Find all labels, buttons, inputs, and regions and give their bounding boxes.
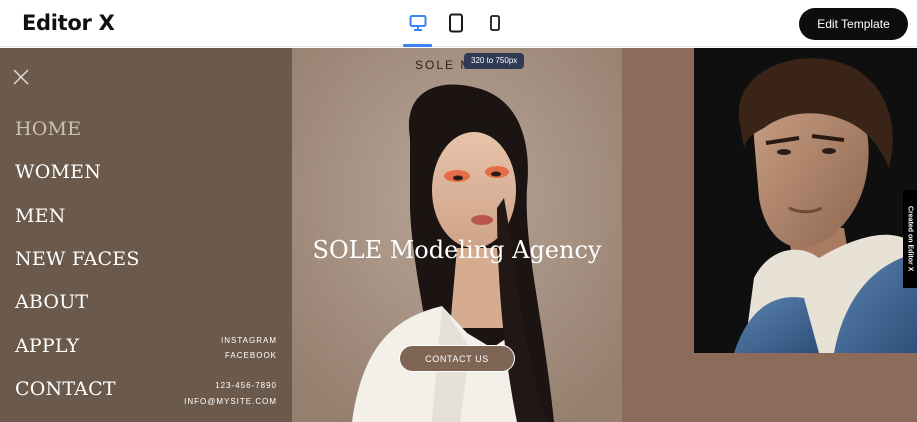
site-preview-canvas: HOME WOMEN MEN NEW FACES ABOUT APPLY CON… [0, 48, 917, 422]
close-icon[interactable] [12, 68, 30, 86]
editor-x-logo: Editor X [22, 11, 115, 35]
mobile-icon [489, 14, 501, 32]
nav-item-home[interactable]: HOME [15, 118, 81, 140]
mobile-view-button[interactable] [482, 10, 508, 36]
desktop-icon [408, 14, 428, 32]
nav-item-contact[interactable]: CONTACT [15, 378, 116, 400]
nav-item-men[interactable]: MEN [15, 205, 66, 227]
nav-item-about[interactable]: ABOUT [15, 291, 88, 313]
nav-item-women[interactable]: WOMEN [15, 161, 101, 183]
edit-template-button[interactable]: Edit Template [799, 8, 908, 40]
breakpoint-tooltip: 320 to 750px [464, 53, 525, 69]
created-on-editor-x-tab[interactable]: Created on Editor X [903, 190, 917, 288]
email-address[interactable]: INFO@MYSITE.COM [184, 397, 277, 406]
phone-number: 123-456-7890 [215, 381, 277, 390]
active-device-indicator [403, 44, 432, 47]
tablet-icon [448, 13, 464, 33]
desktop-view-button[interactable] [405, 10, 431, 36]
tablet-view-button[interactable] [443, 10, 469, 36]
facebook-link[interactable]: FACEBOOK [225, 351, 277, 360]
editor-toolbar: Editor X Edit Template [0, 0, 917, 47]
male-model-photo [694, 48, 917, 353]
hero-title: SOLE Modeling Agency [312, 236, 602, 264]
instagram-link[interactable]: INSTAGRAM [221, 336, 277, 345]
nav-item-new-faces[interactable]: NEW FACES [15, 248, 140, 270]
menu-overlay: HOME WOMEN MEN NEW FACES ABOUT APPLY CON… [0, 48, 292, 422]
contact-us-button[interactable]: CONTACT US [399, 345, 515, 372]
nav-item-apply[interactable]: APPLY [15, 335, 79, 357]
